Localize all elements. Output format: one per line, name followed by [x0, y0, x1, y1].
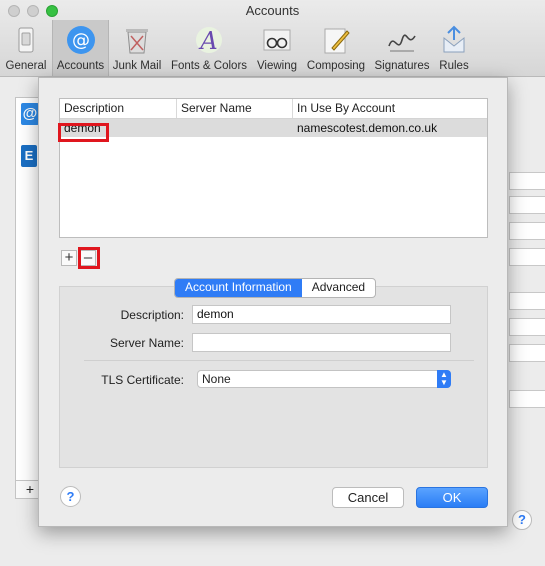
background-field [509, 172, 545, 190]
rules-icon [438, 24, 470, 56]
ok-button[interactable]: OK [416, 487, 488, 508]
tls-certificate-popup[interactable]: None ▲ ▼ [197, 370, 451, 388]
smtp-server-table: Description Server Name In Use By Accoun… [59, 98, 488, 238]
toolbar-accounts[interactable]: @ Accounts [52, 20, 109, 76]
tab-advanced[interactable]: Advanced [302, 279, 375, 297]
svg-text:@: @ [72, 30, 90, 51]
description-field[interactable]: demon [192, 305, 451, 324]
description-label: Description: [120, 308, 184, 322]
exchange-account-icon[interactable]: E [21, 145, 37, 167]
table-row[interactable]: demon namescotest.demon.co.uk [60, 119, 487, 137]
column-header-description[interactable]: Description [60, 99, 177, 118]
cancel-button[interactable]: Cancel [332, 487, 404, 508]
highlight-box [58, 123, 109, 142]
at-sign-icon: @ [65, 24, 97, 56]
toolbar-general[interactable]: General [3, 20, 49, 76]
add-server-button[interactable]: + [61, 250, 77, 266]
fonts-colors-icon: A [193, 24, 225, 56]
column-header-server-name[interactable]: Server Name [177, 99, 293, 118]
pencil-icon [320, 24, 352, 56]
background-field [509, 292, 545, 310]
background-field [509, 248, 545, 266]
help-button[interactable]: ? [60, 486, 81, 507]
general-switch-icon [10, 24, 42, 56]
background-field [509, 196, 545, 214]
svg-text:A: A [198, 27, 217, 55]
tls-certificate-value: None [202, 372, 231, 386]
toolbar-rules[interactable]: Rules [436, 20, 472, 76]
table-header: Description Server Name In Use By Accoun… [60, 99, 487, 119]
column-header-in-use-by[interactable]: In Use By Account [293, 99, 487, 118]
window-titlebar: Accounts General @ Accounts Junk Mail A … [0, 0, 545, 77]
toolbar-signatures[interactable]: Signatures [371, 20, 433, 76]
glasses-icon [261, 24, 293, 56]
window-title: Accounts [245, 3, 300, 18]
background-field [509, 318, 545, 336]
server-name-field[interactable] [192, 333, 451, 352]
tab-account-information[interactable]: Account Information [175, 279, 302, 297]
divider [84, 360, 474, 361]
toolbar-viewing[interactable]: Viewing [253, 20, 301, 76]
signature-icon [386, 24, 418, 56]
row-server-name [177, 119, 293, 137]
background-help-button[interactable]: ? [512, 510, 532, 530]
tab-control: Account Information Advanced [174, 278, 377, 298]
toolbar-junk-mail[interactable]: Junk Mail [111, 20, 163, 76]
trash-icon [121, 24, 153, 56]
background-field [509, 222, 545, 240]
server-name-label: Server Name: [109, 336, 184, 350]
row-in-use-by: namescotest.demon.co.uk [297, 121, 438, 135]
smtp-server-sheet: Description Server Name In Use By Accoun… [38, 77, 508, 527]
imap-account-icon[interactable]: @ [21, 103, 39, 125]
background-field [509, 390, 545, 408]
highlight-box [78, 247, 100, 269]
toolbar-composing[interactable]: Composing [304, 20, 368, 76]
background-field [509, 344, 545, 362]
popup-arrows-icon: ▲ ▼ [437, 370, 451, 388]
tls-certificate-label: TLS Certificate: [101, 373, 184, 387]
toolbar-fonts-colors[interactable]: A Fonts & Colors [167, 20, 251, 76]
